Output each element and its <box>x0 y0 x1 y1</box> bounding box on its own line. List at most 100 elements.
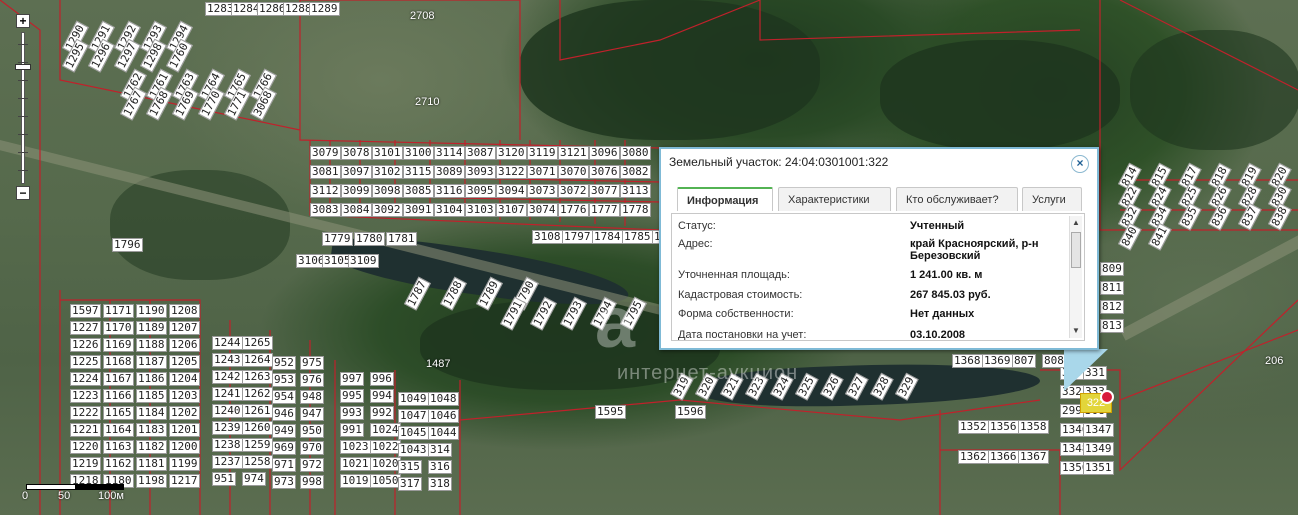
parcel-number-label[interactable]: 1780 <box>354 232 385 246</box>
parcel-number-label[interactable]: 315 <box>398 460 422 474</box>
parcel-number-label[interactable]: 3102 <box>372 165 403 179</box>
parcel-number-label[interactable]: 3097 <box>341 165 372 179</box>
parcel-number-label[interactable]: 1366 <box>988 450 1019 464</box>
info-table[interactable]: Статус: Учтенный Адрес: край Красноярски… <box>671 213 1085 341</box>
parcel-number-label[interactable]: 807 <box>1012 354 1036 368</box>
parcel-number-label[interactable]: 1204 <box>169 372 200 386</box>
parcel-number-label[interactable]: 1167 <box>103 372 134 386</box>
parcel-number-label[interactable]: 1048 <box>428 392 459 406</box>
parcel-number-label[interactable]: 1164 <box>103 423 134 437</box>
parcel-number-label[interactable]: 1243 <box>212 353 243 367</box>
zoom-out-button[interactable]: − <box>16 186 30 200</box>
parcel-number-label[interactable]: 1162 <box>103 457 134 471</box>
parcel-number-label[interactable]: 3112 <box>310 184 341 198</box>
parcel-number-label[interactable]: 3082 <box>620 165 651 179</box>
parcel-number-label[interactable]: 1223 <box>70 389 101 403</box>
parcel-number-label[interactable]: 1185 <box>136 389 167 403</box>
parcel-number-label[interactable]: 1182 <box>136 440 167 454</box>
parcel-number-label[interactable]: 1050 <box>370 474 401 488</box>
parcel-number-label[interactable]: 3080 <box>620 146 651 160</box>
parcel-number-label[interactable]: 1220 <box>70 440 101 454</box>
parcel-number-label[interactable]: 1169 <box>103 338 134 352</box>
parcel-number-label[interactable]: 1200 <box>169 440 200 454</box>
parcel-number-label[interactable]: 1777 <box>589 203 620 217</box>
parcel-number-label[interactable]: 3113 <box>620 184 651 198</box>
parcel-number-label[interactable]: 3091 <box>403 203 434 217</box>
parcel-number-label[interactable]: 1020 <box>370 457 401 471</box>
parcel-number-label[interactable]: 3109 <box>348 254 379 268</box>
parcel-number-label[interactable]: 1258 <box>242 455 273 469</box>
parcel-number-label[interactable]: 1368 <box>952 354 983 368</box>
parcel-number-label[interactable]: 1046 <box>428 409 459 423</box>
parcel-number-label[interactable]: 1022 <box>370 440 401 454</box>
parcel-number-label[interactable]: 3108 <box>532 230 563 244</box>
parcel-number-label[interactable]: 317 <box>398 477 422 491</box>
parcel-number-label[interactable]: 1170 <box>103 321 134 335</box>
parcel-number-label[interactable]: 974 <box>242 472 266 486</box>
parcel-number-label[interactable]: 973 <box>272 475 296 489</box>
close-icon[interactable]: × <box>1071 155 1089 173</box>
scroll-down-icon[interactable]: ▼ <box>1072 326 1080 335</box>
parcel-number-label[interactable]: 1241 <box>212 387 243 401</box>
zoom-slider-thumb[interactable] <box>15 64 31 70</box>
parcel-number-label[interactable]: 3114 <box>434 146 465 160</box>
parcel-number-label[interactable]: 1183 <box>136 423 167 437</box>
parcel-number-label[interactable]: 1224 <box>70 372 101 386</box>
parcel-number-label[interactable]: 3071 <box>527 165 558 179</box>
parcel-number-label[interactable]: 1362 <box>958 450 989 464</box>
parcel-number-label[interactable]: 1797 <box>562 230 593 244</box>
parcel-number-label[interactable]: 3107 <box>496 203 527 217</box>
parcel-number-label[interactable]: 1021 <box>340 457 371 471</box>
parcel-number-label[interactable]: 3077 <box>589 184 620 198</box>
parcel-number-label[interactable]: 1369 <box>982 354 1013 368</box>
parcel-number-label[interactable]: 812 <box>1100 300 1124 314</box>
parcel-number-label[interactable]: 953 <box>272 373 296 387</box>
parcel-number-label[interactable]: 809 <box>1100 262 1124 276</box>
parcel-number-label[interactable]: 1776 <box>558 203 589 217</box>
parcel-number-label[interactable]: 1796 <box>112 238 143 252</box>
parcel-number-label[interactable]: 3073 <box>527 184 558 198</box>
parcel-number-label[interactable]: 1358 <box>1018 420 1049 434</box>
parcel-number-label[interactable]: 3121 <box>558 146 589 160</box>
parcel-number-label[interactable]: 993 <box>340 406 364 420</box>
parcel-number-label[interactable]: 1024 <box>370 423 401 437</box>
parcel-number-label[interactable]: 3094 <box>496 184 527 198</box>
parcel-number-label[interactable]: 3078 <box>341 146 372 160</box>
parcel-number-label[interactable]: 1205 <box>169 355 200 369</box>
parcel-number-label[interactable]: 1225 <box>70 355 101 369</box>
parcel-number-label[interactable]: 1049 <box>398 392 429 406</box>
parcel-number-label[interactable]: 991 <box>340 423 364 437</box>
parcel-number-label[interactable]: 3083 <box>310 203 341 217</box>
parcel-number-label[interactable]: 951 <box>212 472 236 486</box>
parcel-number-label[interactable]: 318 <box>428 477 452 491</box>
parcel-number-label[interactable]: 1043 <box>398 443 429 457</box>
parcel-number-label[interactable]: 3092 <box>372 203 403 217</box>
parcel-number-label[interactable]: 1226 <box>70 338 101 352</box>
parcel-number-label[interactable]: 3089 <box>434 165 465 179</box>
parcel-number-label[interactable]: 1261 <box>242 404 273 418</box>
parcel-number-label[interactable]: 1044 <box>428 426 459 440</box>
parcel-number-label[interactable]: 1259 <box>242 438 273 452</box>
parcel-number-label[interactable]: 1784 <box>592 230 623 244</box>
parcel-number-label[interactable]: 1263 <box>242 370 273 384</box>
parcel-number-label[interactable]: 998 <box>300 475 324 489</box>
parcel-number-label[interactable]: 1240 <box>212 404 243 418</box>
parcel-number-label[interactable]: 1244 <box>212 336 243 350</box>
parcel-number-label[interactable]: 1023 <box>340 440 371 454</box>
parcel-number-label[interactable]: 3098 <box>372 184 403 198</box>
parcel-number-label[interactable]: 1347 <box>1083 423 1114 437</box>
parcel-number-label[interactable]: 947 <box>300 407 324 421</box>
parcel-number-label[interactable]: 1260 <box>242 421 273 435</box>
parcel-number-label[interactable]: 996 <box>370 372 394 386</box>
parcel-number-label[interactable]: 949 <box>272 424 296 438</box>
tab-characteristics[interactable]: Характеристики <box>778 187 891 211</box>
parcel-number-label[interactable]: 1781 <box>386 232 417 246</box>
parcel-number-label[interactable]: 1198 <box>136 474 167 488</box>
tab-information[interactable]: Информация <box>677 187 773 211</box>
parcel-number-label[interactable]: 3104 <box>434 203 465 217</box>
parcel-number-label[interactable]: 1165 <box>103 406 134 420</box>
parcel-number-label[interactable]: 976 <box>300 373 324 387</box>
satellite-map[interactable]: 2708 2710 1487 206 1283 1284 1286 1288 1289 1… <box>0 0 1298 515</box>
parcel-number-label[interactable]: 1203 <box>169 389 200 403</box>
parcel-number-label[interactable]: 1237 <box>212 455 243 469</box>
